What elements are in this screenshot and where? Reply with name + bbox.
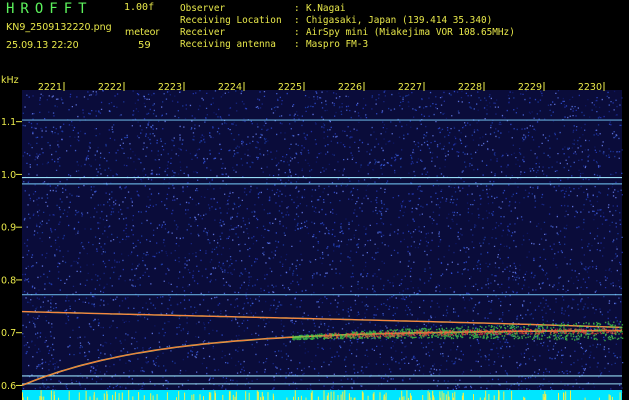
y-tick-label: 1.0	[1, 170, 16, 181]
spectrogram-plot: 2221 2222 2223 2224 2225 2226 2227 2228 2229 2230…	[1, 82, 624, 400]
x-tick-label: 2223	[158, 82, 182, 93]
y-tick-label: 0.7	[1, 328, 16, 339]
y-tick-label: 0.6	[1, 381, 16, 392]
y-tick-label: 0.9	[1, 223, 16, 234]
y-axis-ticks: 1.1 1.0 0.9 0.8 0.7 0.6	[1, 117, 22, 392]
y-tick-label: 1.1	[1, 117, 16, 128]
x-tick-label: 2228	[458, 82, 482, 93]
x-tick-label: 2222	[98, 82, 122, 93]
hrofft-screen: HROFFT 1.00f KN9_2509132220.png 25.09.13…	[0, 0, 629, 400]
x-tick-label: 2225	[278, 82, 302, 93]
x-tick-label: 2227	[398, 82, 422, 93]
x-tick-label: 2224	[218, 82, 242, 93]
bottom-band-fill	[22, 390, 622, 400]
bottom-band	[22, 390, 622, 400]
x-tick-label: 2229	[518, 82, 542, 93]
y-tick-label: 0.8	[1, 275, 16, 286]
x-tick-label: 2221	[38, 82, 62, 93]
x-tick-label: 2226	[338, 82, 362, 93]
x-tick-label: 2230	[578, 82, 602, 93]
